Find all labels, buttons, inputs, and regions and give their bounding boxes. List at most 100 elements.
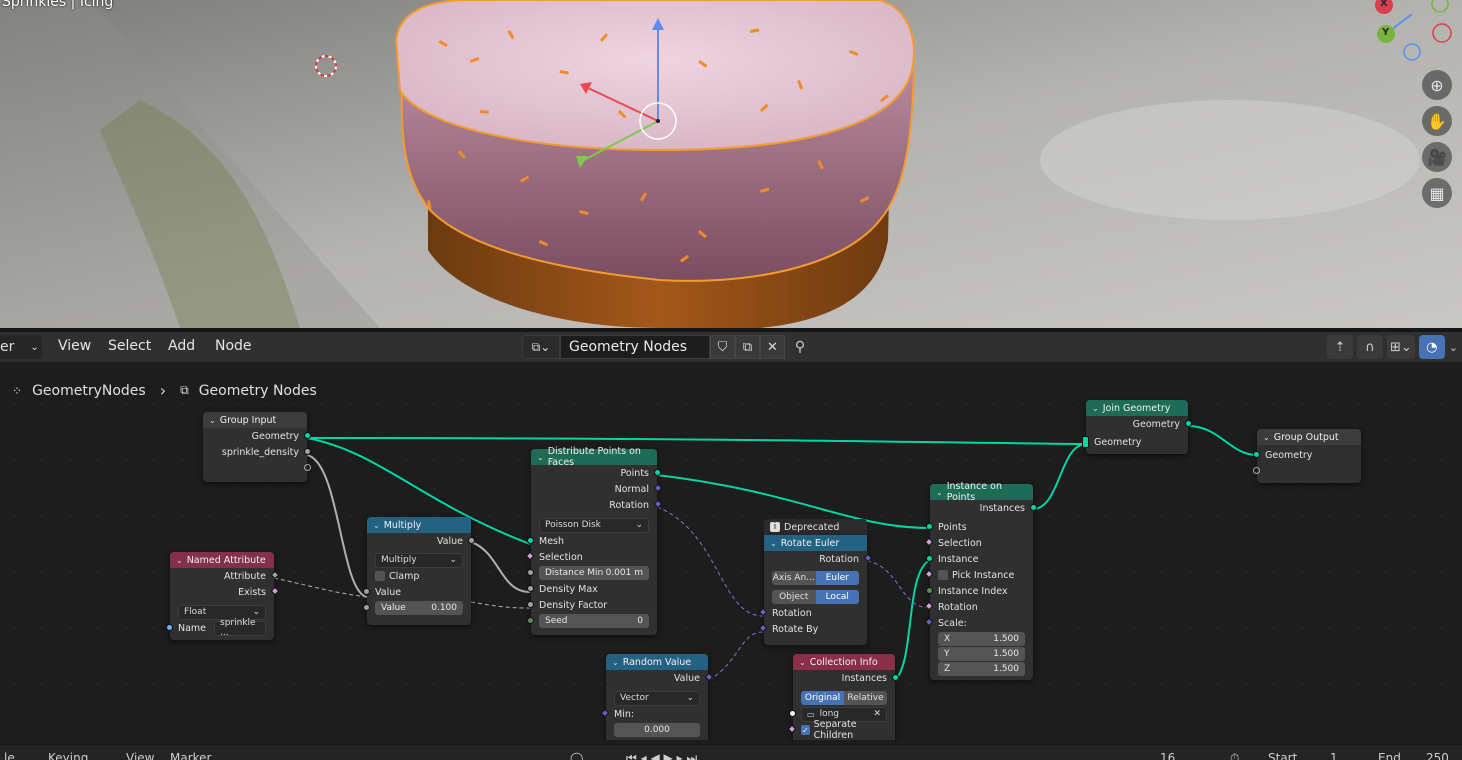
hand-icon[interactable]: ✋ [1422,106,1452,136]
menu-select[interactable]: Select [108,338,151,354]
zoom-icon[interactable]: ⊕ [1422,70,1452,100]
node-group-output[interactable]: ⌄ Group Output Geometry [1253,429,1361,483]
node-rotate-euler[interactable]: i Deprecated ⌄ Rotate Euler Rotation Axis… [758,519,873,645]
multiply-value-field[interactable]: Value 0.100 [375,601,463,615]
node-tree-browse-button[interactable]: ⧉⌄ [522,335,560,359]
socket-value-in-2[interactable] [363,604,370,611]
fake-user-shield-icon[interactable]: ⛉ [710,335,735,359]
transform-space-toggle[interactable]: Original Relative [801,691,887,705]
toggle-option-active[interactable]: Local [815,590,859,604]
overlays-dropdown-icon[interactable]: ⌄ [1449,341,1458,354]
pin-icon[interactable]: ⚲ [785,335,815,359]
parent-node-tree-icon[interactable]: ⇡ [1326,335,1353,359]
socket-mesh-in[interactable] [527,537,534,544]
socket-geometry-in[interactable] [1253,451,1260,458]
distance-min-field[interactable]: Distance Min 0.001 m [539,566,649,580]
socket-geometry-out[interactable] [1185,420,1192,427]
scale-z-field[interactable]: Z 1.500 [938,661,1025,676]
random-type-dropdown[interactable]: Vector ⌄ [614,690,700,706]
socket-geometry-multi-in[interactable] [1082,436,1089,448]
timeline-menu-fragment[interactable]: le [4,751,15,760]
socket-name-in[interactable] [166,624,173,631]
node-instance-on-points[interactable]: ⌄ Instance on Points Instances Points Sel… [924,481,1037,680]
scale-y-field[interactable]: Y 1.500 [938,646,1025,661]
editor-type-dropdown[interactable]: er ⌄ [0,335,42,359]
record-icon[interactable]: ◯ [570,751,583,760]
socket-collection-in[interactable] [789,710,796,717]
socket-distance-in[interactable] [527,569,534,576]
node-distribute-points[interactable]: ⌄ Distribute Points on Faces Points Norma… [525,446,663,635]
timeline-menu-keying[interactable]: Keying [48,751,88,760]
toggle-option[interactable]: Relative [844,691,887,705]
socket-density-out[interactable] [304,448,311,455]
snap-grid-icon[interactable]: ⊞⌄ [1386,335,1415,359]
scale-x-field[interactable]: X 1.500 [938,631,1025,646]
socket-instance-index-in[interactable] [926,587,933,594]
chevron-down-icon[interactable]: ⌄ [209,416,216,425]
separate-children-checkbox[interactable]: ✓ [801,725,810,735]
close-icon[interactable]: ✕ [873,709,881,719]
min-x-field[interactable]: 0.000 [614,723,700,737]
chevron-down-icon[interactable]: ⌄ [770,539,777,548]
distribute-mode-dropdown[interactable]: Poisson Disk ⌄ [539,517,649,533]
clock-icon[interactable]: ⏱ [1230,751,1239,760]
close-icon[interactable]: ✕ [760,335,785,359]
socket-value-out[interactable] [468,537,475,544]
node-named-attribute[interactable]: ⌄ Named Attribute Attribute Exists Float ⌄… [166,552,280,640]
node-join-geometry[interactable]: ⌄ Join Geometry Geometry Geometry [1082,400,1192,454]
socket-geometry-out[interactable] [304,432,311,439]
start-frame-value[interactable]: 1 [1330,751,1338,760]
toggle-option[interactable]: Object [772,590,816,604]
socket-points-in[interactable] [926,523,933,530]
node-collection-info[interactable]: ⌄ Collection Info Instances Original Relat… [787,654,899,740]
socket-instance-in[interactable] [926,555,933,562]
duplicate-icon[interactable]: ⧉ [735,335,760,359]
snap-magnet-icon[interactable]: ∩ [1356,335,1383,359]
node-group-input[interactable]: ⌄ Group Input Geometry sprinkle_density [203,412,311,482]
current-frame-field[interactable]: 16 [1160,751,1175,760]
camera-icon[interactable]: 🎥 [1422,142,1452,172]
socket-value-in-1[interactable] [363,588,370,595]
toggle-option-active[interactable]: Euler [815,571,859,585]
node-title: Named Attribute [186,554,266,566]
socket-density-factor-in[interactable] [527,601,534,608]
overlays-icon[interactable]: ◔ [1418,335,1445,359]
menu-node[interactable]: Node [215,338,252,354]
attribute-name-field[interactable]: sprinkle ... [214,618,266,638]
timeline-menu-view[interactable]: View [126,751,154,760]
pick-instance-checkbox[interactable] [938,570,948,580]
chevron-down-icon[interactable]: ⌄ [936,488,943,497]
socket-instances-out[interactable] [1030,504,1037,511]
socket-seed-in[interactable] [527,617,534,624]
chevron-down-icon[interactable]: ⌄ [1092,404,1099,413]
chevron-down-icon[interactable]: ⌄ [373,521,380,530]
socket-empty-out[interactable] [304,464,311,471]
node-tree-name-field[interactable]: Geometry Nodes [560,335,710,359]
chevron-down-icon[interactable]: ⌄ [176,556,183,565]
toggle-option[interactable]: Axis An... [772,571,816,585]
toggle-option-active[interactable]: Original [801,691,844,705]
node-random-value[interactable]: ⌄ Random Value Value Vector ⌄ Min: 0.000 [600,654,714,740]
chevron-down-icon[interactable]: ⌄ [799,658,806,667]
3d-viewport[interactable]: Sprinkles | Icing X Y ⊕ ✋ 🎥 ▦ [0,0,1462,328]
menu-view[interactable]: View [58,338,91,354]
menu-add[interactable]: Add [168,338,195,354]
timeline-menu-marker[interactable]: Marker [170,751,211,760]
playback-controls[interactable]: ⏮ ◂ ◀ ▶ ▸ ⏭ [626,751,697,760]
node-multiply[interactable]: ⌄ Multiply Value Multiply ⌄ Clamp Value Va… [363,517,475,625]
node-canvas[interactable]: ⁘ GeometryNodes › ⧉ Geometry Nodes ⌄ Grou… [0,362,1462,740]
space-toggle[interactable]: Object Local [772,590,859,604]
socket-instances-out[interactable] [892,674,899,681]
socket-points-out[interactable] [654,469,661,476]
grid-icon[interactable]: ▦ [1422,178,1452,208]
chevron-down-icon[interactable]: ⌄ [537,453,544,462]
chevron-down-icon[interactable]: ⌄ [1263,433,1270,442]
seed-field[interactable]: Seed 0 [539,614,649,628]
clamp-checkbox[interactable] [375,571,385,581]
rotation-type-toggle[interactable]: Axis An... Euler [772,571,859,585]
socket-density-max-in[interactable] [527,585,534,592]
math-operation-dropdown[interactable]: Multiply ⌄ [375,552,463,568]
chevron-down-icon[interactable]: ⌄ [612,658,619,667]
socket-empty-in[interactable] [1253,467,1260,474]
end-frame-value[interactable]: 250 [1426,751,1449,760]
